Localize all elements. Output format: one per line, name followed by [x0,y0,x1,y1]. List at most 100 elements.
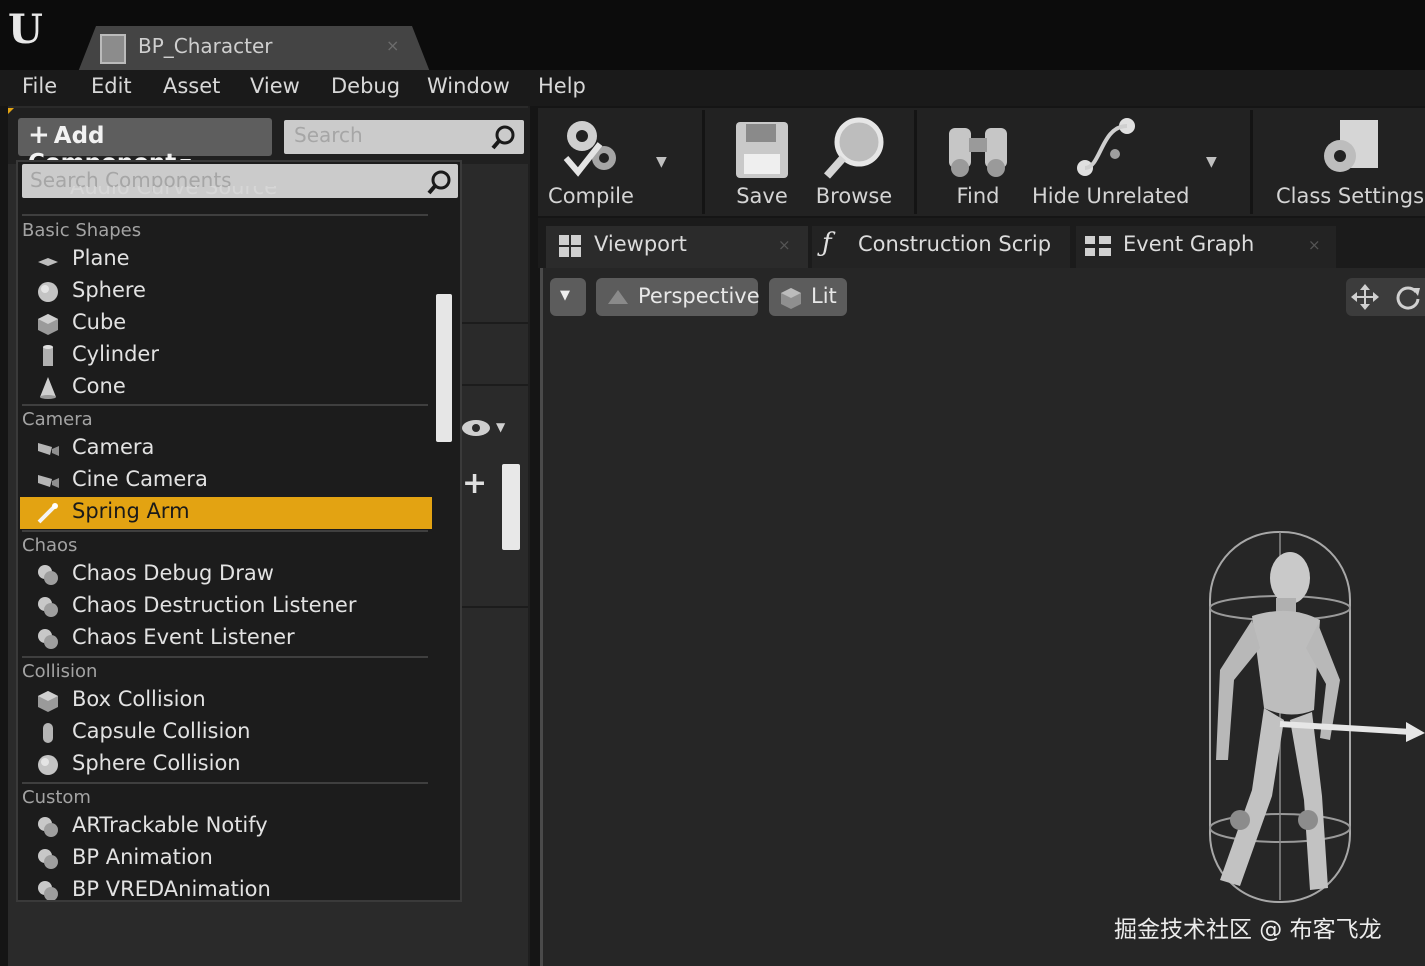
list-item-chaos-destruction-listener[interactable]: Chaos Destruction Listener [20,591,432,623]
cylinder-icon [43,345,53,366]
category-custom: Custom [22,787,91,808]
find-button[interactable]: Find [940,110,1016,214]
component-picker-dropdown: Search Components Audio Curve Source Bas… [16,160,462,902]
list-item-artrackable-notify[interactable]: ARTrackable Notify [20,811,432,843]
move-icon[interactable] [1350,283,1380,311]
asset-tab[interactable]: BP_Character × [78,26,430,72]
list-item-sphere[interactable]: Sphere [20,276,432,308]
list-item-cylinder[interactable]: Cylinder [20,340,432,372]
perspective-label: Perspective [638,284,760,308]
rotate-icon[interactable] [1394,284,1422,310]
menu-bar: File Edit Asset View Debug Window Help [0,70,1425,106]
category-collision: Collision [22,661,98,682]
viewport-options-button[interactable]: ▼ [550,278,586,316]
list-item-label: Spring Arm [72,499,190,523]
divider [702,110,705,214]
menu-window[interactable]: Window [427,74,510,98]
list-item-bp-animation[interactable]: BP Animation [20,843,432,875]
menu-edit[interactable]: Edit [91,74,132,98]
lit-button[interactable]: Lit [769,278,847,316]
divider [22,656,428,658]
list-item-camera[interactable]: Camera [20,433,432,465]
list-item-capsule-collision[interactable]: Capsule Collision [20,717,432,749]
chevron-down-icon[interactable]: ▼ [1206,154,1217,170]
category-camera: Camera [22,409,93,430]
list-item-plane[interactable]: Plane [20,244,432,276]
divider [462,384,528,386]
compile-button[interactable]: Compile [544,110,638,214]
list-item-chaos-event-listener[interactable]: Chaos Event Listener [20,623,432,655]
cone-icon [40,377,56,399]
character-mesh-preview [1209,531,1425,903]
list-item-box-collision[interactable]: Box Collision [20,685,432,717]
components-search-input[interactable]: Search [284,120,524,154]
hide-unrelated-button[interactable]: Hide Unrelated [1032,110,1190,214]
list-item-label: Camera [72,435,155,459]
list-item-cine-camera[interactable]: Cine Camera [20,465,432,497]
list-item-bp-vredanimation[interactable]: BP VREDAnimation [20,875,432,900]
magnifier-icon [824,117,884,179]
camera-icon [38,443,59,456]
compile-icon [563,121,616,177]
perspective-button[interactable]: Perspective [596,278,760,316]
list-item-cube[interactable]: Cube [20,308,432,340]
menu-debug[interactable]: Debug [331,74,400,98]
list-item-label: BP Animation [72,845,213,869]
component-icon [38,565,58,585]
spring-arm-icon [37,503,58,524]
list-item-spring-arm[interactable]: Spring Arm [20,497,432,529]
list-item-label: Cone [72,374,126,398]
close-tab-button[interactable]: × [778,236,791,254]
hide-unrelated-label: Hide Unrelated [1032,184,1190,208]
chevron-down-icon[interactable]: ▼ [496,420,505,434]
divider [22,530,428,532]
component-icon [38,597,58,617]
list-item-label: Sphere [72,278,146,302]
cube-icon [38,314,58,335]
component-icon [38,629,58,649]
list-item-label: Capsule Collision [72,719,251,743]
plane-icon [38,258,58,266]
menu-help[interactable]: Help [538,74,586,98]
close-tab-button[interactable]: × [1308,236,1321,254]
close-tab-button[interactable]: × [386,36,399,55]
capsule-collision-icon [43,723,53,743]
tab-viewport[interactable]: Viewport × [546,226,808,268]
component-icon [38,881,58,900]
search-icon [491,125,515,150]
divider [1250,110,1253,214]
list-item-label: Plane [72,246,130,270]
class-settings-button[interactable]: Class Settings [1276,110,1425,214]
save-icon [736,122,788,178]
unreal-logo: U [8,6,43,53]
tab-event-graph[interactable]: Event Graph × [1076,226,1336,268]
scrollbar[interactable] [502,464,520,550]
blueprint-icon [100,34,126,64]
list-scrollbar[interactable] [436,294,452,442]
list-item-label: Cine Camera [72,467,208,491]
list-item-chaos-debug-draw[interactable]: Chaos Debug Draw [20,559,432,591]
eye-icon[interactable] [460,418,492,438]
browse-button[interactable]: Browse [812,110,896,214]
tab-event-graph-label: Event Graph [1123,232,1255,256]
list-item-label: Chaos Event Listener [72,625,295,649]
class-settings-icon [1324,120,1378,172]
list-item-sphere-collision[interactable]: Sphere Collision [20,749,432,781]
divider [22,782,428,784]
divider [22,404,428,406]
panel-corner-marker [8,108,14,114]
add-variable-button[interactable]: + [462,466,487,501]
list-item-label: Box Collision [72,687,206,711]
list-item-partial[interactable]: Audio Curve Source [70,186,277,198]
tab-construction-script[interactable]: ƒ Construction Scrip [812,226,1070,268]
add-component-button[interactable]: +Add Component▼ [18,118,272,176]
menu-view[interactable]: View [250,74,300,98]
class-settings-label: Class Settings [1276,184,1425,208]
sphere-collision-icon [38,755,58,775]
lit-label: Lit [811,284,837,308]
menu-file[interactable]: File [22,74,57,98]
list-item-cone[interactable]: Cone [20,372,432,404]
save-button[interactable]: Save [726,110,798,214]
chevron-down-icon[interactable]: ▼ [656,154,667,170]
menu-asset[interactable]: Asset [163,74,220,98]
